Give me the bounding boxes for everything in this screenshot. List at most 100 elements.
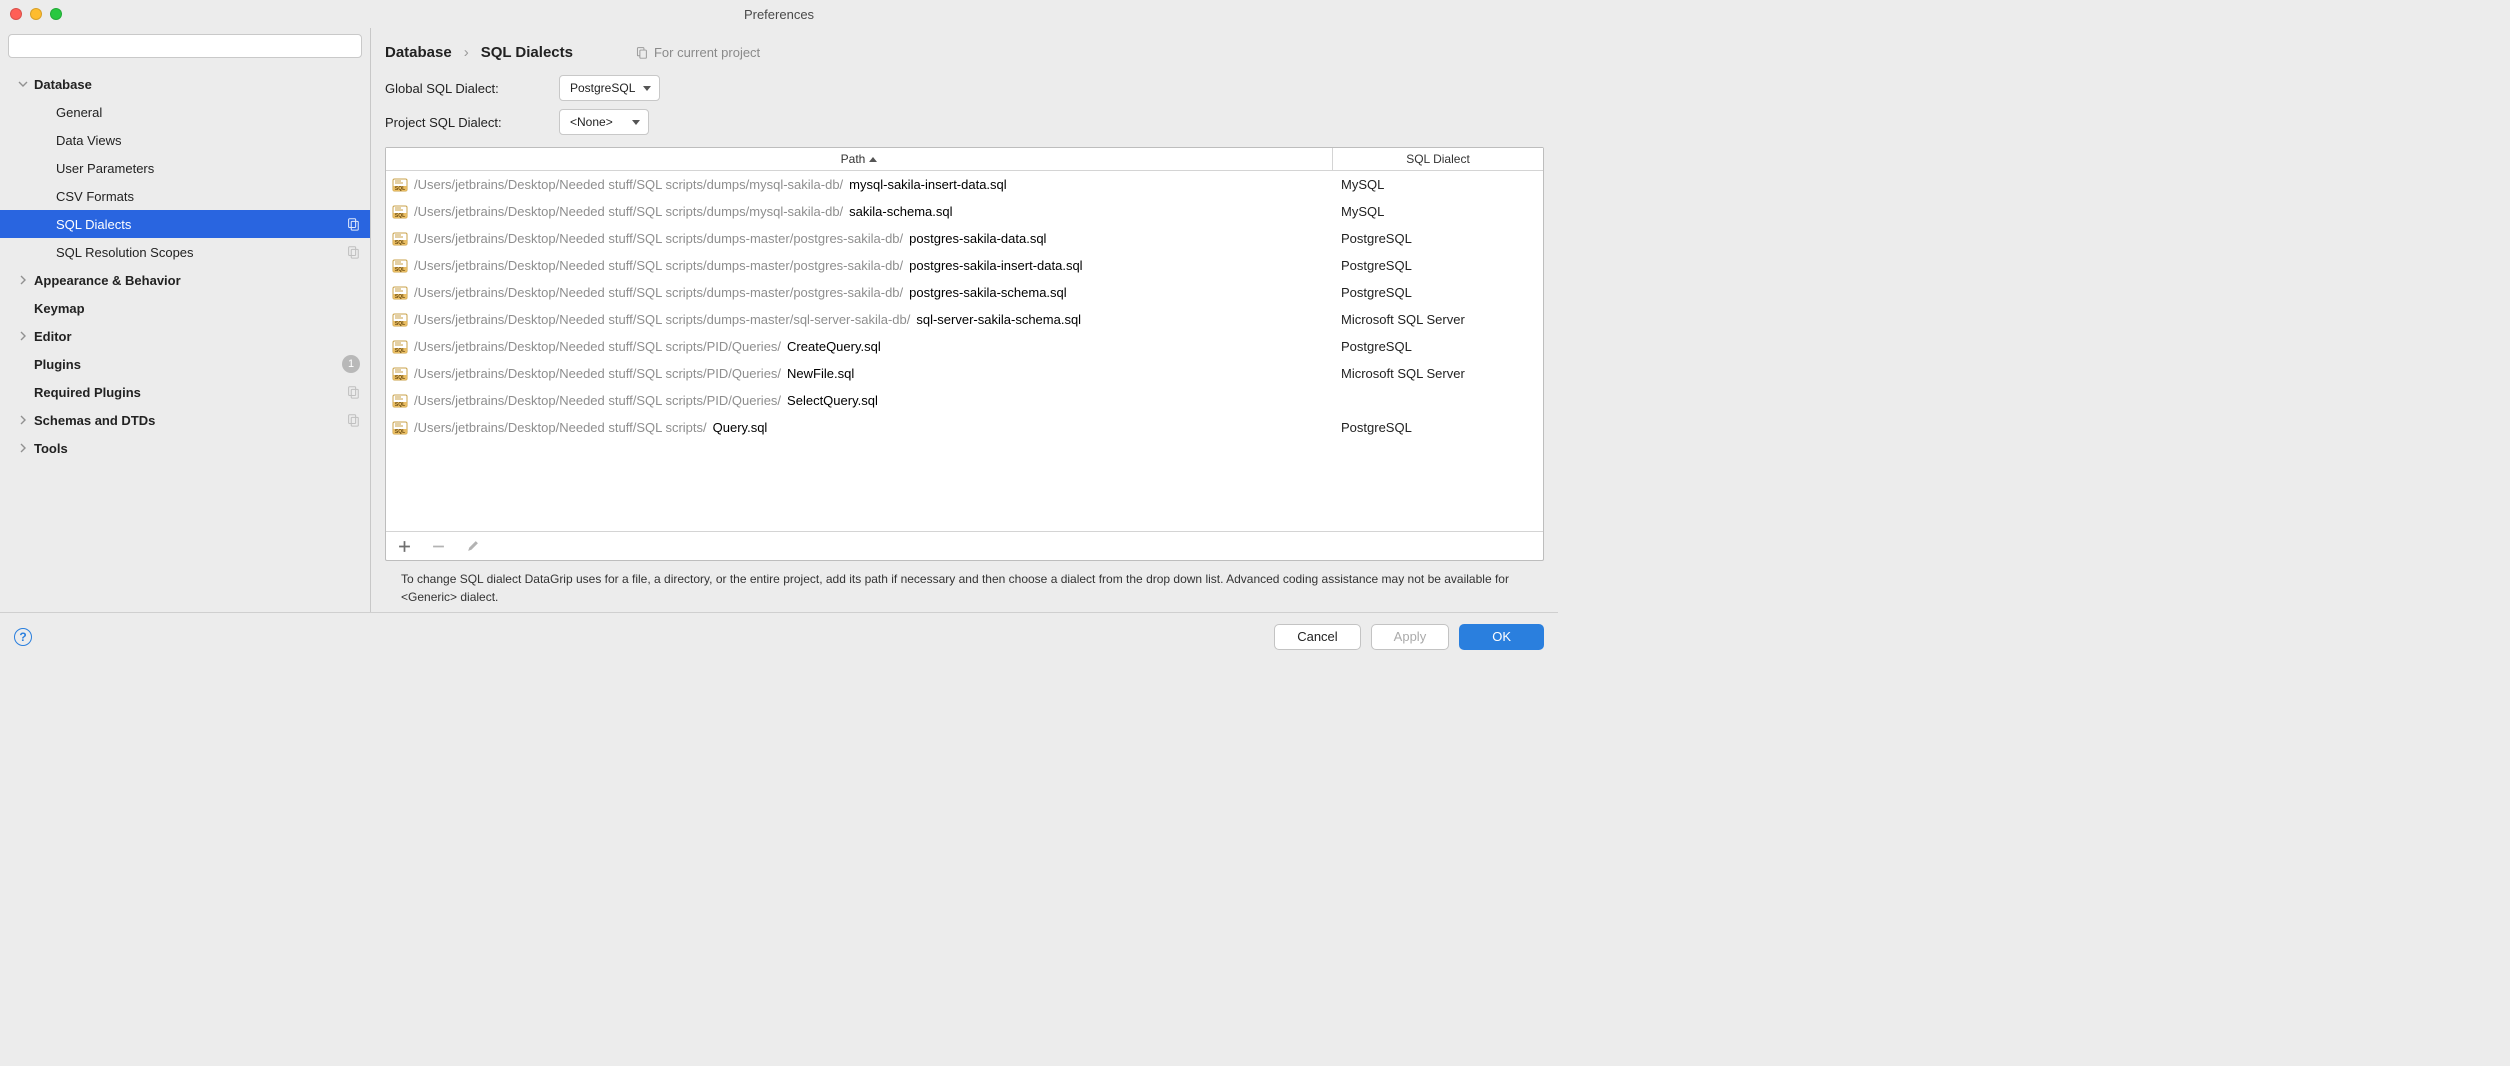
sql-file-icon: SQL <box>392 204 408 220</box>
svg-text:SQL: SQL <box>395 321 405 327</box>
table-row[interactable]: SQL /Users/jetbrains/Desktop/Needed stuf… <box>386 333 1543 360</box>
svg-text:SQL: SQL <box>395 240 405 246</box>
col-header-dialect-label: SQL Dialect <box>1406 152 1470 166</box>
path-file: SelectQuery.sql <box>787 393 878 408</box>
dialect-cell[interactable]: Microsoft SQL Server <box>1333 312 1543 327</box>
settings-tree: Database General Data Views User Parameters… <box>0 64 370 612</box>
titlebar: Preferences <box>0 0 1558 28</box>
sort-asc-icon <box>869 157 877 162</box>
table-row[interactable]: SQL /Users/jetbrains/Desktop/Needed stuf… <box>386 225 1543 252</box>
sidebar-item-label: General <box>56 105 360 120</box>
table-row[interactable]: SQL /Users/jetbrains/Desktop/Needed stuf… <box>386 171 1543 198</box>
dialect-cell[interactable]: PostgreSQL <box>1333 285 1543 300</box>
path-cell: SQL /Users/jetbrains/Desktop/Needed stuf… <box>386 393 1333 409</box>
path-cell: SQL /Users/jetbrains/Desktop/Needed stuf… <box>386 231 1333 247</box>
project-scope-icon <box>346 385 360 399</box>
add-row-button[interactable] <box>396 538 412 554</box>
table-row[interactable]: SQL /Users/jetbrains/Desktop/Needed stuf… <box>386 387 1543 414</box>
project-dialect-value: <None> <box>570 115 613 129</box>
svg-text:SQL: SQL <box>395 213 405 219</box>
path-file: postgres-sakila-insert-data.sql <box>909 258 1082 273</box>
path-dir: /Users/jetbrains/Desktop/Needed stuff/SQ… <box>414 393 781 408</box>
dialect-cell[interactable]: MySQL <box>1333 177 1543 192</box>
path-file: Query.sql <box>713 420 768 435</box>
global-dialect-label: Global SQL Dialect: <box>385 81 545 96</box>
path-file: NewFile.sql <box>787 366 854 381</box>
table-row[interactable]: SQL /Users/jetbrains/Desktop/Needed stuf… <box>386 306 1543 333</box>
sidebar-item-schemas-and-dtds[interactable]: Schemas and DTDs <box>0 406 370 434</box>
path-cell: SQL /Users/jetbrains/Desktop/Needed stuf… <box>386 366 1333 382</box>
table-row[interactable]: SQL /Users/jetbrains/Desktop/Needed stuf… <box>386 414 1543 441</box>
path-dir: /Users/jetbrains/Desktop/Needed stuff/SQ… <box>414 204 843 219</box>
dialect-cell[interactable]: MySQL <box>1333 204 1543 219</box>
cancel-button[interactable]: Cancel <box>1274 624 1360 650</box>
ok-button[interactable]: OK <box>1459 624 1544 650</box>
sidebar-item-data-views[interactable]: Data Views <box>0 126 370 154</box>
sidebar-item-label: Tools <box>34 441 360 456</box>
path-file: postgres-sakila-data.sql <box>909 231 1046 246</box>
table-toolbar <box>386 531 1543 560</box>
sidebar-item-appearance-behavior[interactable]: Appearance & Behavior <box>0 266 370 294</box>
path-cell: SQL /Users/jetbrains/Desktop/Needed stuf… <box>386 258 1333 274</box>
col-header-path-label: Path <box>841 152 866 166</box>
path-dir: /Users/jetbrains/Desktop/Needed stuff/SQ… <box>414 312 910 327</box>
svg-text:SQL: SQL <box>395 348 405 354</box>
sidebar-item-required-plugins[interactable]: Required Plugins <box>0 378 370 406</box>
sidebar-item-database[interactable]: Database <box>0 70 370 98</box>
global-dialect-select[interactable]: PostgreSQL <box>559 75 660 101</box>
sidebar-item-label: Required Plugins <box>34 385 346 400</box>
breadcrumb-leaf: SQL Dialects <box>481 44 573 61</box>
minimize-window-button[interactable] <box>30 8 42 20</box>
sidebar-item-sql-resolution-scopes[interactable]: SQL Resolution Scopes <box>0 238 370 266</box>
project-tag-label: For current project <box>654 45 760 60</box>
sidebar-item-user-parameters[interactable]: User Parameters <box>0 154 370 182</box>
path-file: sakila-schema.sql <box>849 204 952 219</box>
sidebar-item-label: User Parameters <box>56 161 360 176</box>
sql-file-icon: SQL <box>392 312 408 328</box>
remove-row-button[interactable] <box>430 538 446 554</box>
content-pane: Database › SQL Dialects For current proj… <box>371 28 1558 612</box>
col-header-path[interactable]: Path <box>386 148 1333 170</box>
zoom-window-button[interactable] <box>50 8 62 20</box>
sidebar-item-sql-dialects[interactable]: SQL Dialects <box>0 210 370 238</box>
table-row[interactable]: SQL /Users/jetbrains/Desktop/Needed stuf… <box>386 198 1543 225</box>
sidebar-item-keymap[interactable]: Keymap <box>0 294 370 322</box>
table-row[interactable]: SQL /Users/jetbrains/Desktop/Needed stuf… <box>386 279 1543 306</box>
dialect-cell[interactable]: Microsoft SQL Server <box>1333 366 1543 381</box>
sidebar-item-tools[interactable]: Tools <box>0 434 370 462</box>
project-dialect-select[interactable]: <None> <box>559 109 649 135</box>
dialect-cell[interactable]: PostgreSQL <box>1333 258 1543 273</box>
path-cell: SQL /Users/jetbrains/Desktop/Needed stuf… <box>386 312 1333 328</box>
search-input[interactable] <box>8 34 362 58</box>
svg-text:SQL: SQL <box>395 375 405 381</box>
sidebar-item-editor[interactable]: Editor <box>0 322 370 350</box>
svg-text:SQL: SQL <box>395 186 405 192</box>
table-row[interactable]: SQL /Users/jetbrains/Desktop/Needed stuf… <box>386 360 1543 387</box>
sidebar-item-label: Plugins <box>34 357 342 372</box>
window-title: Preferences <box>744 7 814 22</box>
path-cell: SQL /Users/jetbrains/Desktop/Needed stuf… <box>386 177 1333 193</box>
breadcrumb-root: Database <box>385 44 452 61</box>
path-dir: /Users/jetbrains/Desktop/Needed stuff/SQ… <box>414 420 707 435</box>
global-dialect-value: PostgreSQL <box>570 81 635 95</box>
sidebar-item-csv-formats[interactable]: CSV Formats <box>0 182 370 210</box>
apply-button[interactable]: Apply <box>1371 624 1450 650</box>
dialect-mapping-table: Path SQL Dialect SQL /Users/jetbrains/De… <box>385 147 1544 561</box>
help-button[interactable]: ? <box>14 628 32 646</box>
close-window-button[interactable] <box>10 8 22 20</box>
sidebar-item-label: SQL Dialects <box>56 217 346 232</box>
sql-file-icon: SQL <box>392 366 408 382</box>
sidebar-item-plugins[interactable]: Plugins1 <box>0 350 370 378</box>
project-dialect-label: Project SQL Dialect: <box>385 115 545 130</box>
path-cell: SQL /Users/jetbrains/Desktop/Needed stuf… <box>386 420 1333 436</box>
edit-row-button[interactable] <box>464 538 480 554</box>
path-file: postgres-sakila-schema.sql <box>909 285 1067 300</box>
table-body: SQL /Users/jetbrains/Desktop/Needed stuf… <box>386 171 1543 531</box>
table-row[interactable]: SQL /Users/jetbrains/Desktop/Needed stuf… <box>386 252 1543 279</box>
svg-text:SQL: SQL <box>395 402 405 408</box>
dialect-cell[interactable]: PostgreSQL <box>1333 420 1543 435</box>
sidebar-item-general[interactable]: General <box>0 98 370 126</box>
col-header-dialect[interactable]: SQL Dialect <box>1333 148 1543 170</box>
dialect-cell[interactable]: PostgreSQL <box>1333 339 1543 354</box>
dialect-cell[interactable]: PostgreSQL <box>1333 231 1543 246</box>
